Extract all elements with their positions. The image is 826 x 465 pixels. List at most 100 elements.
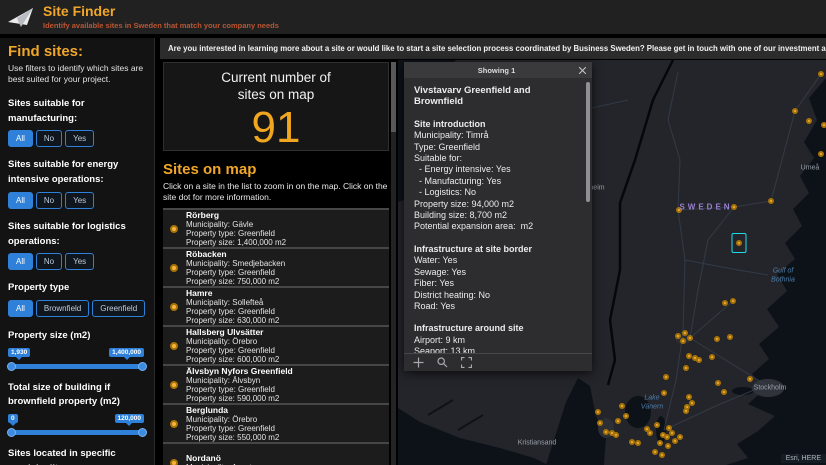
selected-site-highlight[interactable] bbox=[732, 233, 747, 253]
filter-option-no[interactable]: No bbox=[36, 192, 62, 209]
popup-showing-count: Showing 1 bbox=[404, 66, 575, 75]
site-map-dot[interactable] bbox=[675, 333, 681, 339]
site-map-dot[interactable] bbox=[696, 357, 702, 363]
map-attribution: Esri, HERE bbox=[781, 454, 826, 463]
popup-scrollbar-thumb[interactable] bbox=[586, 82, 590, 202]
site-map-dot[interactable] bbox=[727, 334, 733, 340]
site-list-item[interactable]: Hallsberg UlvsätterMunicipality: ÖrebroP… bbox=[163, 325, 389, 364]
site-map-dot[interactable] bbox=[647, 430, 653, 436]
counter-title-line2: sites on map bbox=[164, 87, 388, 104]
site-counter: Current number of sites on map 91 bbox=[163, 62, 389, 151]
site-map-dot[interactable] bbox=[687, 335, 693, 341]
filter-option-no[interactable]: No bbox=[36, 130, 62, 147]
app-header: Site Finder Identify available sites in … bbox=[0, 0, 826, 34]
site-map-dot[interactable] bbox=[665, 443, 671, 449]
site-map-dot[interactable] bbox=[597, 420, 603, 426]
site-map-dot[interactable] bbox=[676, 207, 682, 213]
site-map-dot[interactable] bbox=[730, 298, 736, 304]
site-attribute: Property type: Greenfield bbox=[186, 424, 279, 433]
site-list-item[interactable]: RöbackenMunicipality: SmedjebackenProper… bbox=[163, 247, 389, 286]
sidebar-title: Find sites: bbox=[8, 43, 146, 60]
site-map-dot[interactable] bbox=[731, 204, 737, 210]
popup-detail-line: - Energy intensive: Yes bbox=[414, 164, 580, 175]
slider-min-value[interactable]: 0 bbox=[8, 414, 18, 423]
site-map-dot[interactable] bbox=[659, 452, 665, 458]
site-list-item[interactable]: BerglundaMunicipality: ÖrebroProperty ty… bbox=[163, 403, 389, 442]
slider-track[interactable] bbox=[8, 364, 146, 369]
site-map-dot[interactable] bbox=[709, 354, 715, 360]
dock-icon[interactable] bbox=[413, 357, 424, 368]
site-attribute: Property size: 750,000 m2 bbox=[186, 277, 285, 286]
site-map-dot[interactable] bbox=[615, 418, 621, 424]
slider-max-value[interactable]: 1,400,000 bbox=[109, 348, 144, 357]
site-list-item[interactable]: RörbergMunicipality: GävleProperty type:… bbox=[163, 208, 389, 247]
site-map-dot[interactable] bbox=[661, 390, 667, 396]
site-map-dot[interactable] bbox=[677, 434, 683, 440]
site-map-dot[interactable] bbox=[595, 409, 601, 415]
filter-option-all[interactable]: All bbox=[8, 300, 33, 317]
slider-values: 1,930 1,400,000 bbox=[8, 348, 146, 361]
filter-option-greenfield[interactable]: Greenfield bbox=[92, 300, 145, 317]
site-map-dot[interactable] bbox=[619, 403, 625, 409]
site-map-dot[interactable] bbox=[680, 338, 686, 344]
site-map-dot[interactable] bbox=[806, 118, 812, 124]
filter-option-all[interactable]: All bbox=[8, 192, 33, 209]
site-map-dot[interactable] bbox=[818, 71, 824, 77]
site-map-dot[interactable] bbox=[722, 300, 728, 306]
site-list-item[interactable]: Älvsbyn Nyfors GreenfieldMunicipality: Ä… bbox=[163, 364, 389, 403]
site-map-dot[interactable] bbox=[792, 108, 798, 114]
filter-option-all[interactable]: All bbox=[8, 253, 33, 270]
popup-section-heading: Infrastructure around site bbox=[414, 323, 580, 334]
slider-min-value[interactable]: 1,930 bbox=[8, 348, 30, 357]
site-dot-icon bbox=[170, 420, 178, 428]
filter-label: Sites suitable for manufacturing: bbox=[8, 97, 146, 126]
site-map-dot[interactable] bbox=[721, 389, 727, 395]
zoom-to-icon[interactable] bbox=[437, 357, 448, 368]
popup-footer bbox=[404, 353, 592, 371]
slider-handle-max[interactable] bbox=[138, 428, 147, 437]
sidebar-description: Use filters to identify which sites are … bbox=[8, 63, 146, 86]
filter-option-yes[interactable]: Yes bbox=[65, 192, 94, 209]
filter-option-yes[interactable]: Yes bbox=[65, 253, 94, 270]
filter-option-all[interactable]: All bbox=[8, 130, 33, 147]
close-icon[interactable] bbox=[575, 67, 589, 74]
site-map-dot[interactable] bbox=[652, 449, 658, 455]
expand-icon[interactable] bbox=[461, 357, 472, 368]
dropdown-group: Sites located in specific municipality bbox=[8, 447, 146, 465]
filter-option-brownfield[interactable]: Brownfield bbox=[36, 300, 89, 317]
site-map-dot[interactable] bbox=[683, 408, 689, 414]
site-list-item[interactable]: NordanöMunicipality: Avesta bbox=[163, 442, 389, 465]
site-map-dot[interactable] bbox=[657, 440, 663, 446]
site-map-dot[interactable] bbox=[768, 198, 774, 204]
site-attribute: Property size: 600,000 m2 bbox=[186, 355, 279, 364]
site-map-dot[interactable] bbox=[663, 374, 669, 380]
slider-max-value[interactable]: 120,000 bbox=[115, 414, 145, 423]
list-scrollbar-thumb[interactable] bbox=[391, 62, 396, 132]
site-map-dot[interactable] bbox=[683, 365, 689, 371]
slider-handle-min[interactable] bbox=[7, 428, 16, 437]
site-map-dot[interactable] bbox=[609, 430, 615, 436]
site-map-dot[interactable] bbox=[623, 413, 629, 419]
filter-group: Sites suitable for energy intensive oper… bbox=[8, 158, 146, 208]
slider-handle-max[interactable] bbox=[138, 362, 147, 371]
filter-label: Sites suitable for logistics operations: bbox=[8, 220, 146, 249]
site-map-dot[interactable] bbox=[747, 376, 753, 382]
slider-track[interactable] bbox=[8, 430, 146, 435]
site-list-item[interactable]: HamreMunicipality: SollefteåProperty typ… bbox=[163, 286, 389, 325]
site-map-dot[interactable] bbox=[654, 422, 660, 428]
site-map-dot[interactable] bbox=[714, 336, 720, 342]
filter-option-no[interactable]: No bbox=[36, 253, 62, 270]
slider-groups: Property size (m2)1,9301,400,000Total si… bbox=[8, 329, 146, 435]
popup-detail-line: Building size: 8,700 m2 bbox=[414, 210, 580, 221]
site-map-dot[interactable] bbox=[715, 380, 721, 386]
site-map-dot[interactable] bbox=[821, 122, 826, 128]
filters-sidebar: Find sites: Use filters to identify whic… bbox=[0, 38, 155, 465]
popup-detail-line: District heating: No bbox=[414, 290, 580, 301]
slider-handle-min[interactable] bbox=[7, 362, 16, 371]
site-map-dot[interactable] bbox=[818, 151, 824, 157]
site-map-dot[interactable] bbox=[689, 400, 695, 406]
site-text: BerglundaMunicipality: ÖrebroProperty ty… bbox=[186, 405, 279, 443]
site-map-dot[interactable] bbox=[669, 430, 675, 436]
filter-option-yes[interactable]: Yes bbox=[65, 130, 94, 147]
site-map-dot[interactable] bbox=[635, 440, 641, 446]
